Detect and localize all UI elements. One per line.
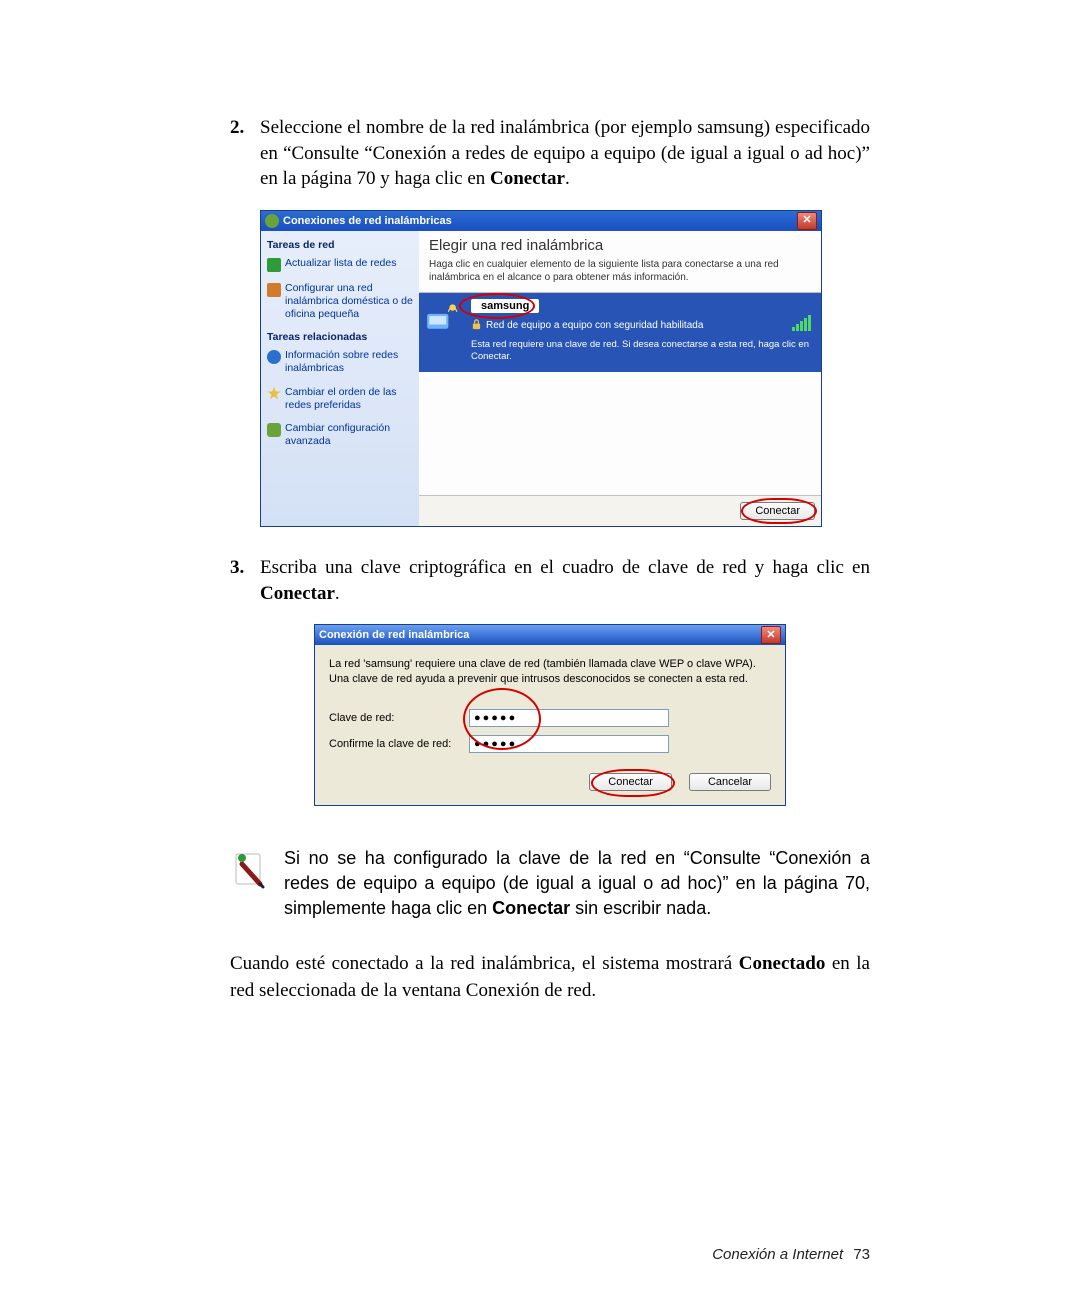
refresh-icon: [267, 258, 281, 272]
dialog-description: La red 'samsung' requiere una clave de r…: [329, 657, 771, 687]
footer-label: Conexión a Internet: [712, 1246, 843, 1263]
step-3-number: 3.: [230, 555, 260, 606]
page-number: 73: [853, 1246, 870, 1263]
antenna-icon: [265, 214, 279, 228]
sidebar: Tareas de red Actualizar lista de redes …: [261, 231, 419, 526]
sidebar-item-refresh[interactable]: Actualizar lista de redes: [267, 257, 413, 272]
gear-icon: [267, 423, 281, 437]
network-note: Esta red requiere una clave de red. Si d…: [471, 339, 813, 364]
step-2-text: Seleccione el nombre de la red inalámbri…: [260, 115, 870, 192]
window-title: Conexiones de red inalámbricas: [283, 215, 797, 227]
step-2: 2. Seleccione el nombre de la red inalám…: [230, 115, 870, 192]
info-icon: [267, 350, 281, 364]
star-icon: [267, 387, 281, 401]
dialog-title: Conexión de red inalámbrica: [319, 629, 761, 641]
main-subheader: Haga clic en cualquier elemento de la si…: [419, 256, 821, 292]
sidebar-header-related: Tareas relacionadas: [267, 331, 413, 343]
network-desc: Red de equipo a equipo con seguridad hab…: [486, 320, 703, 331]
sidebar-item-advanced[interactable]: Cambiar configuración avanzada: [267, 422, 413, 448]
label-confirm-key: Confirme la clave de red:: [329, 738, 469, 750]
signal-strength-icon: [792, 315, 811, 331]
sidebar-item-order[interactable]: Cambiar el orden de las redes preferidas: [267, 386, 413, 412]
dialog-close-button[interactable]: ✕: [761, 626, 781, 644]
sidebar-item-setup[interactable]: Configurar una red inalámbrica doméstica…: [267, 282, 413, 321]
dialog-cancel-button[interactable]: Cancelar: [689, 773, 771, 791]
network-item-samsung[interactable]: samsung Red de equipo a equipo con segur…: [419, 293, 821, 372]
dialog-titlebar[interactable]: Conexión de red inalámbrica ✕: [315, 625, 785, 645]
network-key-dialog: Conexión de red inalámbrica ✕ La red 'sa…: [314, 624, 786, 806]
note-icon: [230, 846, 284, 922]
result-paragraph: Cuando esté conectado a la red inalámbri…: [230, 951, 870, 1004]
network-key-input[interactable]: [469, 709, 669, 727]
step-3-text: Escriba una clave criptográfica en el cu…: [260, 555, 870, 606]
wireless-networks-window: Conexiones de red inalámbricas ✕ Tareas …: [260, 210, 822, 527]
network-list: samsung Red de equipo a equipo con segur…: [419, 292, 821, 495]
info-note: Si no se ha configurado la clave de la r…: [230, 846, 870, 922]
adhoc-network-icon: [425, 299, 459, 333]
page-footer: Conexión a Internet 73: [712, 1246, 870, 1263]
network-ssid: samsung: [471, 299, 539, 313]
dialog-connect-button[interactable]: Conectar: [589, 773, 672, 791]
close-icon: ✕: [802, 215, 811, 226]
step-2-number: 2.: [230, 115, 260, 192]
main-header: Elegir una red inalámbrica: [419, 231, 821, 256]
sidebar-item-learn[interactable]: Información sobre redes inalámbricas: [267, 349, 413, 375]
window-footer: Conectar: [419, 495, 821, 526]
close-icon: ✕: [766, 630, 775, 641]
confirm-key-input[interactable]: [469, 735, 669, 753]
step-3: 3. Escriba una clave criptográfica en el…: [230, 555, 870, 606]
lock-icon: [471, 319, 482, 333]
sidebar-header-tasks: Tareas de red: [267, 239, 413, 251]
close-button[interactable]: ✕: [797, 212, 817, 230]
connect-button[interactable]: Conectar: [740, 502, 815, 520]
label-network-key: Clave de red:: [329, 712, 469, 724]
setup-icon: [267, 283, 281, 297]
window-titlebar[interactable]: Conexiones de red inalámbricas ✕: [261, 211, 821, 231]
main-pane: Elegir una red inalámbrica Haga clic en …: [419, 231, 821, 526]
